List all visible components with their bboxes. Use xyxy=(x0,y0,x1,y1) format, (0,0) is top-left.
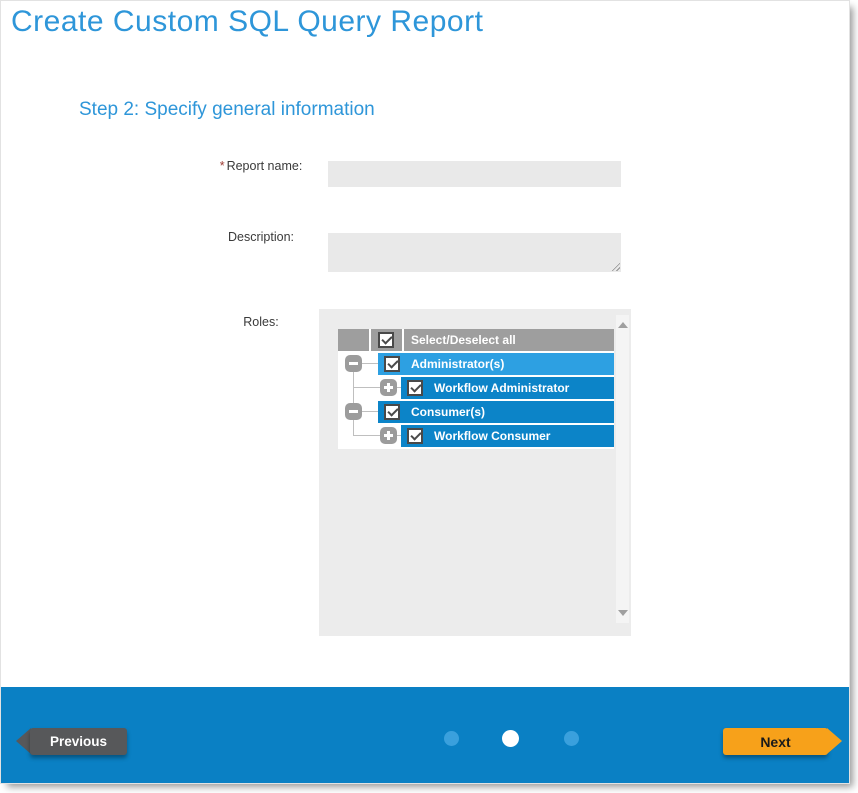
tree-row-workflow-administrator[interactable]: Workflow Administrator xyxy=(401,377,614,399)
previous-arrow-icon xyxy=(16,728,31,754)
tree-connector-line xyxy=(354,435,380,436)
required-marker: * xyxy=(220,159,225,173)
page-title: Create Custom SQL Query Report xyxy=(11,5,483,39)
tree-row-label: Administrator(s) xyxy=(411,357,504,371)
scroll-down-icon[interactable] xyxy=(618,610,628,616)
tree-connector-line xyxy=(362,411,378,412)
tree-row-label: Workflow Administrator xyxy=(434,381,569,395)
tree-header-checkbox-cell xyxy=(371,329,402,351)
expand-toggle-workflow-consumer[interactable] xyxy=(380,427,397,444)
workflow-administrator-checkbox[interactable] xyxy=(407,380,423,396)
workflow-consumer-checkbox[interactable] xyxy=(407,428,423,444)
tree-header-label-cell[interactable]: Select/Deselect all xyxy=(404,329,614,351)
select-all-checkbox[interactable] xyxy=(378,332,394,348)
tree-row-administrators[interactable]: Administrator(s) xyxy=(378,353,614,375)
report-name-label: *Report name: xyxy=(206,159,316,173)
report-name-input[interactable] xyxy=(328,161,621,187)
collapse-toggle-administrators[interactable] xyxy=(345,355,362,372)
report-name-label-text: Report name: xyxy=(227,159,303,173)
collapse-toggle-consumers[interactable] xyxy=(345,403,362,420)
roles-label: Roles: xyxy=(206,315,316,329)
tree-row-consumers[interactable]: Consumer(s) xyxy=(378,401,614,423)
roles-tree-panel: Select/Deselect all Administrator(s) Wor… xyxy=(319,309,631,636)
step-heading: Step 2: Specify general information xyxy=(79,99,375,121)
previous-button-label: Previous xyxy=(30,728,127,755)
tree-connector-line xyxy=(362,363,378,364)
roles-scrollbar[interactable] xyxy=(615,314,630,624)
tree-row-workflow-consumer[interactable]: Workflow Consumer xyxy=(401,425,614,447)
description-label: Description: xyxy=(206,230,316,244)
administrators-checkbox[interactable] xyxy=(384,356,400,372)
tree-connector-line xyxy=(354,387,380,388)
wizard-page: Create Custom SQL Query Report Step 2: S… xyxy=(0,0,850,784)
select-all-label: Select/Deselect all xyxy=(411,333,516,347)
pager-dot-step3[interactable] xyxy=(564,731,579,746)
next-button-label: Next xyxy=(723,728,828,755)
expand-toggle-workflow-administrator[interactable] xyxy=(380,379,397,396)
pager-dot-step2-active[interactable] xyxy=(502,730,519,747)
consumers-checkbox[interactable] xyxy=(384,404,400,420)
tree-connector-line xyxy=(353,372,354,404)
pager-dot-step1[interactable] xyxy=(444,731,459,746)
tree-connector-line xyxy=(353,420,354,436)
description-input[interactable] xyxy=(328,233,621,272)
tree-header-spacer-cell xyxy=(338,329,369,351)
tree-row-label: Consumer(s) xyxy=(411,405,485,419)
tree-row-label: Workflow Consumer xyxy=(434,429,550,443)
next-arrow-icon xyxy=(827,728,842,754)
scroll-up-icon[interactable] xyxy=(618,322,628,328)
